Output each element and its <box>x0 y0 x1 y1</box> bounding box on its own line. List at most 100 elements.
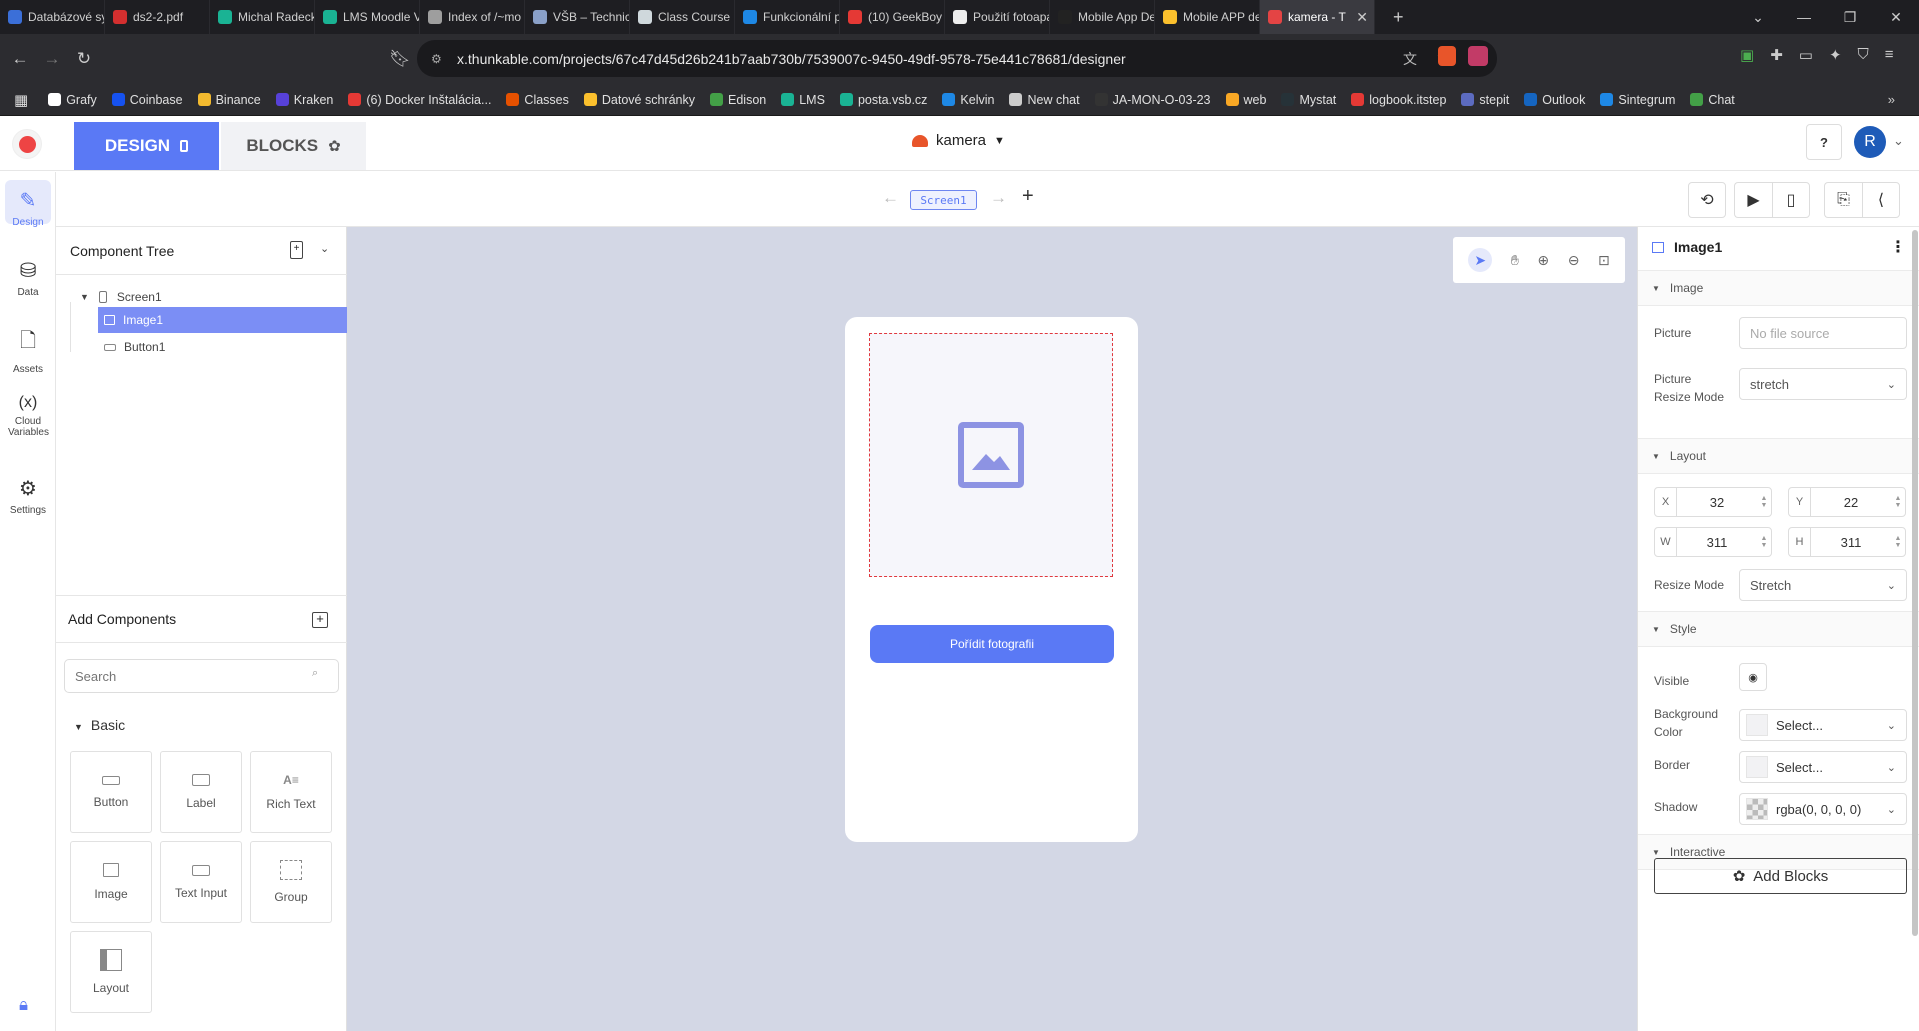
h-value[interactable]: 311 <box>1811 535 1891 550</box>
x-stepper[interactable]: X 32 ▲ ▼ <box>1654 487 1772 517</box>
layout-resize-mode-select[interactable]: Stretch ⌄ <box>1739 569 1907 601</box>
reload-button[interactable]: ↻ <box>72 49 96 69</box>
close-tab-icon[interactable]: ✕ <box>1356 9 1368 26</box>
rail-item-design[interactable]: ✎ Design <box>0 188 56 228</box>
apps-grid-icon[interactable]: ▦ <box>14 91 28 109</box>
browser-tab[interactable]: kamera - T ✕ <box>1260 0 1375 34</box>
avatar[interactable]: R <box>1854 126 1886 158</box>
caret-down-icon[interactable]: ▼ <box>80 292 89 302</box>
rail-item-cloud-variables[interactable]: (x) Cloud Variables <box>0 394 56 438</box>
brave-rewards-icon[interactable] <box>1468 46 1488 66</box>
add-screen-icon[interactable]: + <box>290 241 303 259</box>
vpn-icon[interactable]: ⛉ <box>1858 46 1869 64</box>
picture-resize-mode-select[interactable]: stretch ⌄ <box>1739 368 1907 400</box>
add-square-icon[interactable]: + <box>312 612 328 628</box>
minimize-button[interactable]: — <box>1781 9 1827 25</box>
select-cursor-icon[interactable]: ➤ <box>1468 248 1493 272</box>
w-stepper[interactable]: W 311 ▲ ▼ <box>1654 527 1772 557</box>
leo-icon[interactable]: ✦ <box>1829 46 1842 64</box>
extension-icon[interactable]: ▣ <box>1740 46 1754 64</box>
bookmark-item[interactable]: Kraken <box>275 93 333 107</box>
screen-selector[interactable]: Screen1 <box>910 190 977 210</box>
back-button[interactable]: ← <box>8 49 32 69</box>
shadow-select[interactable]: rgba(0, 0, 0, 0) ⌄ <box>1739 793 1907 825</box>
tree-item-button1[interactable]: Button1 <box>56 333 347 361</box>
browser-tab[interactable]: Funkcionální p <box>735 0 840 34</box>
preview-device-button[interactable]: ▯ <box>1772 182 1810 218</box>
bookmark-icon[interactable]: 🔖︎ <box>388 49 412 69</box>
section-style-toggle[interactable]: ▼ Style <box>1638 611 1919 647</box>
collapse-chevron-icon[interactable]: ⌄ <box>320 242 329 255</box>
border-select[interactable]: Select... ⌄ <box>1739 751 1907 783</box>
browser-tab[interactable]: Databázové sy <box>0 0 105 34</box>
menu-icon[interactable]: ≡ <box>1885 46 1894 64</box>
bookmark-item[interactable]: Grafy <box>48 93 97 107</box>
browser-tab[interactable]: Index of /~mo <box>420 0 525 34</box>
section-image-toggle[interactable]: ▼ Image <box>1638 270 1919 306</box>
rail-item-settings[interactable]: ⚙ Settings <box>0 476 56 516</box>
bookmark-item[interactable]: Coinbase <box>111 93 183 107</box>
bookmark-item[interactable]: web <box>1225 93 1266 107</box>
bookmark-item[interactable]: Datové schránky <box>583 93 695 107</box>
component-card-layout[interactable]: Layout <box>70 931 152 1013</box>
stepper-arrows-icon[interactable]: ▲ ▼ <box>1757 495 1771 509</box>
tab-blocks[interactable]: BLOCKS ✿ <box>221 122 366 170</box>
component-card-group[interactable]: Group <box>250 841 332 923</box>
bookmark-item[interactable]: posta.vsb.cz <box>839 93 927 107</box>
prev-screen-arrow-icon[interactable]: ← <box>882 188 899 208</box>
bookmark-item[interactable]: Chat <box>1690 93 1735 107</box>
rail-item-assets[interactable]: 🗋︎ Assets <box>0 326 56 375</box>
bookmark-item[interactable]: Kelvin <box>942 93 994 107</box>
next-screen-arrow-icon[interactable]: → <box>990 188 1007 208</box>
puzzle-icon[interactable]: ✚ <box>1770 46 1783 64</box>
project-selector[interactable]: kamera ▼ <box>912 132 1005 149</box>
help-button[interactable]: ? <box>1806 124 1842 160</box>
section-layout-toggle[interactable]: ▼ Layout <box>1638 438 1919 474</box>
zoom-out-icon[interactable]: ⊖ <box>1568 252 1580 269</box>
wallet-icon[interactable]: ▭ <box>1799 46 1813 64</box>
bookmark-item[interactable]: Edison <box>710 93 766 107</box>
browser-tab[interactable]: Mobile APP de <box>1155 0 1260 34</box>
url-field[interactable]: ⚙ x.thunkable.com/projects/67c47d45d26b2… <box>417 40 1497 77</box>
bookmark-item[interactable]: (6) Docker Inštalácia... <box>348 93 491 107</box>
design-canvas[interactable]: ➤ ✋︎ ⊕ ⊖ ⊡ Pořídit fotografii <box>347 227 1637 1031</box>
bookmark-item[interactable]: Binance <box>197 93 261 107</box>
tab-list-chevron-icon[interactable]: ⌄ <box>1735 9 1781 26</box>
component-card-label[interactable]: Label <box>160 751 242 833</box>
browser-tab[interactable]: Class Course Le <box>630 0 735 34</box>
more-options-icon[interactable]: ⋮ <box>1890 237 1906 257</box>
share-button[interactable]: ⟨ <box>1862 182 1900 218</box>
rail-item-data[interactable]: ⛁ Data <box>0 258 56 298</box>
browser-tab[interactable]: VŠB – Technick <box>525 0 630 34</box>
bookmark-item[interactable]: JA-MON-O-03-23 <box>1094 93 1211 107</box>
site-settings-icon[interactable]: ⚙ <box>431 52 442 66</box>
restore-button[interactable]: ❐ <box>1827 9 1873 26</box>
tree-item-image1[interactable]: Image1 <box>98 307 347 333</box>
picture-field[interactable]: No file source <box>1739 317 1907 349</box>
stepper-arrows-icon[interactable]: ▲ ▼ <box>1891 535 1905 549</box>
browser-tab[interactable]: (10) GeekBoy - <box>840 0 945 34</box>
bookmark-item[interactable]: Outlook <box>1524 93 1585 107</box>
preview-web-button[interactable]: ▶ <box>1734 182 1772 218</box>
bookmark-item[interactable]: Classes <box>506 93 569 107</box>
bookmark-item[interactable]: New chat <box>1009 93 1080 107</box>
bookmark-item[interactable]: LMS <box>781 93 825 107</box>
properties-scrollbar[interactable] <box>1912 230 1918 936</box>
browser-tab[interactable]: Mobile App De <box>1050 0 1155 34</box>
fit-screen-icon[interactable]: ⊡ <box>1598 252 1610 269</box>
image1-preview[interactable] <box>869 333 1113 577</box>
basic-section-toggle[interactable]: ▼ Basic <box>74 717 125 733</box>
x-value[interactable]: 32 <box>1677 495 1757 510</box>
component-card-button[interactable]: Button <box>70 751 152 833</box>
thunkable-logo[interactable] <box>12 129 42 159</box>
component-search-input[interactable] <box>64 659 339 693</box>
browser-tab[interactable]: Michal Radeck <box>210 0 315 34</box>
browser-tab[interactable]: ds2-2.pdf <box>105 0 210 34</box>
w-value[interactable]: 311 <box>1677 535 1757 550</box>
component-card-text-input[interactable]: Text Input <box>160 841 242 923</box>
tab-design[interactable]: DESIGN <box>74 122 219 170</box>
bookmark-item[interactable]: Sintegrum <box>1600 93 1675 107</box>
new-tab-button[interactable]: + <box>1381 7 1416 28</box>
add-blocks-button[interactable]: ✿ Add Blocks <box>1654 858 1907 894</box>
background-color-select[interactable]: Select... ⌄ <box>1739 709 1907 741</box>
